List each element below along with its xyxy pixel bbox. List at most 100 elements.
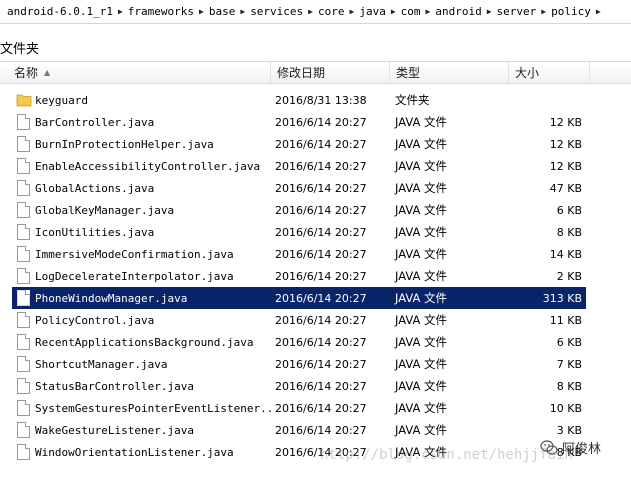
file-type: JAVA 文件	[395, 159, 447, 173]
file-name: GlobalKeyManager.java	[35, 203, 175, 217]
file-row[interactable]: ShortcutManager.java 2016/6/14 20:27 JAVA …	[12, 353, 586, 375]
file-row[interactable]: SystemGesturesPointerEventListener... 201…	[12, 397, 586, 419]
file-icon	[17, 400, 30, 416]
file-modified-date: 2016/6/14 20:27	[275, 269, 367, 283]
file-size: 47 KB	[549, 181, 582, 195]
file-size: 6 KB	[556, 203, 582, 217]
breadcrumb-item[interactable]: services	[247, 5, 306, 18]
file-modified-date: 2016/6/14 20:27	[275, 357, 367, 371]
breadcrumb-chevron-icon[interactable]: ▶	[541, 7, 546, 16]
file-icon	[17, 378, 30, 394]
column-header-size[interactable]: 大小	[509, 62, 590, 83]
file-row[interactable]: WakeGestureListener.java 2016/6/14 20:27 J…	[12, 419, 586, 441]
file-name: BurnInProtectionHelper.java	[35, 137, 214, 151]
breadcrumb-chevron-icon[interactable]: ▶	[240, 7, 245, 16]
file-name: LogDecelerateInterpolator.java	[35, 269, 234, 283]
file-type: JAVA 文件	[395, 291, 447, 305]
column-header-type[interactable]: 类型	[390, 62, 509, 83]
breadcrumb-item[interactable]: core	[315, 5, 348, 18]
file-name: EnableAccessibilityController.java	[35, 159, 261, 173]
file-icon	[17, 224, 30, 240]
file-name: PolicyControl.java	[35, 313, 155, 327]
file-size: 12 KB	[549, 137, 582, 151]
file-modified-date: 2016/6/14 20:27	[275, 335, 367, 349]
file-type: JAVA 文件	[395, 247, 447, 261]
file-row[interactable]: ImmersiveModeConfirmation.java 2016/6/14 …	[12, 243, 586, 265]
file-modified-date: 2016/6/14 20:27	[275, 115, 367, 129]
file-row[interactable]: GlobalKeyManager.java 2016/6/14 20:27 JAVA…	[12, 199, 586, 221]
column-header-name[interactable]: 名称 ▲	[7, 62, 271, 83]
breadcrumb: android-6.0.1_r1 ▶ frameworks ▶ base ▶ service…	[0, 0, 631, 24]
file-row[interactable]: EnableAccessibilityController.java 2016/6…	[12, 155, 586, 177]
file-row[interactable]: PolicyControl.java 2016/6/14 20:27 JAVA 文件…	[12, 309, 586, 331]
file-row[interactable]: PhoneWindowManager.java 2016/6/14 20:27 JA…	[12, 287, 586, 309]
breadcrumb-chevron-icon[interactable]: ▶	[391, 7, 396, 16]
breadcrumb-chevron-icon[interactable]: ▶	[426, 7, 431, 16]
file-icon	[17, 136, 30, 152]
file-icon	[17, 180, 30, 196]
file-type: JAVA 文件	[395, 423, 447, 437]
file-row[interactable]: GlobalActions.java 2016/6/14 20:27 JAVA 文件…	[12, 177, 586, 199]
file-modified-date: 2016/6/14 20:27	[275, 203, 367, 217]
file-modified-date: 2016/6/14 20:27	[275, 181, 367, 195]
file-type: JAVA 文件	[395, 181, 447, 195]
column-header-name-label: 名称	[14, 66, 39, 80]
file-size: 6 KB	[556, 335, 582, 349]
file-size: 8 KB	[556, 225, 582, 239]
file-name: StatusBarController.java	[35, 379, 194, 393]
wechat-account-name: 阿俊林	[562, 442, 602, 457]
file-modified-date: 2016/6/14 20:27	[275, 313, 367, 327]
file-name: RecentApplicationsBackground.java	[35, 335, 254, 349]
file-size: 11 KB	[549, 313, 582, 327]
file-icon	[17, 268, 30, 284]
column-header-type-label: 类型	[396, 66, 421, 80]
file-type: JAVA 文件	[395, 225, 447, 239]
breadcrumb-chevron-icon[interactable]: ▶	[308, 7, 313, 16]
file-row[interactable]: RecentApplicationsBackground.java 2016/6/…	[12, 331, 586, 353]
file-icon	[17, 114, 30, 130]
file-name: keyguard	[35, 93, 88, 107]
file-size: 10 KB	[549, 401, 582, 415]
breadcrumb-item[interactable]: server	[494, 5, 540, 18]
file-row[interactable]: StatusBarController.java 2016/6/14 20:27 J…	[12, 375, 586, 397]
file-type: JAVA 文件	[395, 203, 447, 217]
file-type: JAVA 文件	[395, 357, 447, 371]
file-row[interactable]: LogDecelerateInterpolator.java 2016/6/14 …	[12, 265, 586, 287]
file-modified-date: 2016/6/14 20:27	[275, 423, 367, 437]
file-row[interactable]: keyguard 2016/8/31 13:38 文件夹	[12, 89, 586, 111]
breadcrumb-chevron-icon[interactable]: ▶	[199, 7, 204, 16]
file-row[interactable]: IconUtilities.java 2016/6/14 20:27 JAVA 文件…	[12, 221, 586, 243]
file-name: WakeGestureListener.java	[35, 423, 194, 437]
column-header-date-label: 修改日期	[277, 66, 326, 80]
file-size: 14 KB	[549, 247, 582, 261]
file-icon	[17, 444, 30, 460]
file-row[interactable]: BarController.java 2016/6/14 20:27 JAVA 文件…	[12, 111, 586, 133]
breadcrumb-item[interactable]: android	[432, 5, 484, 18]
breadcrumb-chevron-icon[interactable]: ▶	[487, 7, 492, 16]
file-row[interactable]: BurnInProtectionHelper.java 2016/6/14 20:…	[12, 133, 586, 155]
file-name: ShortcutManager.java	[35, 357, 168, 371]
file-icon	[17, 290, 30, 306]
breadcrumb-chevron-icon[interactable]: ▶	[118, 7, 123, 16]
file-modified-date: 2016/8/31 13:38	[275, 93, 367, 107]
breadcrumb-chevron-icon[interactable]: ▶	[350, 7, 355, 16]
breadcrumb-item[interactable]: com	[398, 5, 424, 18]
file-name: IconUtilities.java	[35, 225, 155, 239]
file-icon	[17, 246, 30, 262]
file-name: SystemGesturesPointerEventListener...	[35, 401, 275, 415]
column-header-size-label: 大小	[515, 66, 540, 80]
file-size: 8 KB	[556, 379, 582, 393]
file-name: WindowOrientationListener.java	[35, 445, 234, 459]
file-icon	[17, 422, 30, 438]
breadcrumb-item[interactable]: policy	[548, 5, 594, 18]
breadcrumb-chevron-icon[interactable]: ▶	[596, 7, 601, 16]
wechat-watermark: 阿俊林	[540, 438, 601, 457]
wechat-icon	[540, 439, 558, 455]
breadcrumb-item[interactable]: base	[206, 5, 239, 18]
column-header-date[interactable]: 修改日期	[271, 62, 390, 83]
file-icon	[17, 334, 30, 350]
breadcrumb-item[interactable]: frameworks	[125, 5, 197, 18]
breadcrumb-item[interactable]: android-6.0.1_r1	[4, 5, 116, 18]
breadcrumb-item[interactable]: java	[356, 5, 389, 18]
file-icon	[17, 202, 30, 218]
